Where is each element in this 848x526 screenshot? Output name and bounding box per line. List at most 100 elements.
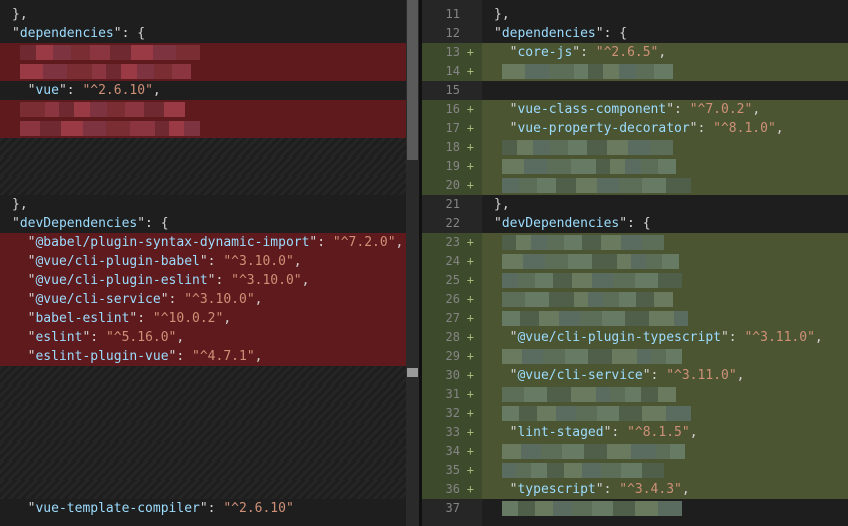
json-punct: " [12, 330, 36, 345]
inserted-line [482, 309, 848, 328]
redacted-block [592, 501, 613, 516]
redacted-block [619, 292, 636, 307]
gutter-line: 25 + [422, 271, 482, 290]
scrollbar-thumb-marker[interactable] [407, 368, 418, 377]
json-key: vue-property-decorator [517, 121, 690, 136]
json-punct: ": [595, 482, 620, 497]
line-code: }, [12, 5, 28, 24]
redacted-block [516, 235, 531, 250]
json-key: @vue/cli-plugin-babel [35, 254, 200, 269]
redacted-block [169, 121, 184, 136]
redacted-block [90, 102, 107, 117]
redacted-block [43, 64, 67, 79]
gutter-line: 20 + [422, 176, 482, 195]
scrollbar-thumb[interactable] [407, 0, 418, 160]
json-key: devDependencies [19, 216, 138, 231]
redacted-block [610, 387, 625, 402]
redacted-block [83, 121, 106, 136]
json-punct: }, [494, 197, 510, 212]
json-string: "^2.6.10" [223, 501, 294, 516]
line-number: 29 [445, 349, 460, 363]
line-number: 15 [445, 83, 460, 97]
gutter-line: 24 + [422, 252, 482, 271]
empty-placeholder-line [0, 157, 406, 176]
redacted-block [597, 406, 619, 421]
redacted-block [539, 311, 559, 326]
insert-marker: + [466, 444, 474, 458]
redacted-block [584, 444, 607, 459]
json-punct: " [494, 45, 518, 60]
line-code: }, [494, 195, 510, 214]
deleted-line: "babel-eslint": "^10.0.2", [0, 309, 406, 328]
inserted-line [482, 404, 848, 423]
insert-marker: + [466, 387, 474, 401]
redacted-block [572, 273, 592, 288]
redacted-block [607, 444, 631, 459]
json-punct: , [395, 235, 404, 250]
redacted-block [636, 292, 654, 307]
redacted-block [649, 311, 674, 326]
line-code: "typescript": "^3.4.3", [494, 480, 690, 499]
redacted-block [642, 178, 666, 193]
redacted-block [547, 463, 564, 478]
redacted-block [617, 254, 631, 269]
json-punct: ": [666, 102, 690, 117]
redacted-block [502, 349, 522, 364]
json-punct: , [736, 368, 745, 383]
redacted-block [588, 349, 612, 364]
json-punct: , [775, 121, 784, 136]
json-key: typescript [517, 482, 596, 497]
redacted-block [74, 102, 90, 117]
redacted-block [553, 501, 572, 516]
redacted-block [619, 178, 642, 193]
redacted-block [525, 292, 549, 307]
gutter-line: 22 [422, 214, 482, 233]
json-key: eslint-plugin-vue [35, 349, 169, 364]
redacted-block [549, 64, 574, 79]
redacted-block [628, 140, 650, 155]
insert-marker: + [466, 121, 474, 135]
json-punct: " [494, 216, 502, 231]
json-punct: " [12, 235, 36, 250]
redacted-block [646, 254, 662, 269]
gutter-line: 29 + [422, 347, 482, 366]
redacted-block [658, 273, 682, 288]
gutter-line: 19 + [422, 157, 482, 176]
gutter-line: 17 + [422, 119, 482, 138]
deleted-line [0, 100, 406, 119]
redacted-block [502, 387, 524, 402]
line-number: 28 [445, 330, 460, 344]
json-punct: , [301, 273, 310, 288]
json-punct: " [12, 349, 36, 364]
line-number: 27 [445, 311, 460, 325]
redacted-block [535, 273, 553, 288]
redacted-block [601, 463, 621, 478]
json-punct: , [752, 102, 761, 117]
json-punct: ": { [113, 26, 146, 41]
deleted-line: "@vue/cli-plugin-eslint": "^3.10.0", [0, 271, 406, 290]
redacted-block [631, 254, 646, 269]
redacted-block [635, 273, 658, 288]
redacted-block [654, 64, 673, 79]
redacted-block [537, 178, 556, 193]
redacted-block [610, 159, 625, 174]
inserted-line: "typescript": "^3.4.3", [482, 480, 848, 499]
json-punct: }, [12, 197, 28, 212]
redacted-block [574, 292, 588, 307]
redacted-block [518, 501, 535, 516]
left-diff-pane[interactable]: }, "dependencies": { "vue": "^2.6.10",}, "… [0, 0, 406, 526]
redacted-block [549, 292, 574, 307]
line-number: 19 [445, 159, 460, 173]
json-string: "^3.11.0" [744, 330, 815, 345]
redacted-block [184, 121, 200, 136]
right-diff-pane[interactable]: }, "dependencies": { "core-js": "^2.6.5",… [482, 0, 848, 526]
json-string: "^3.10.0" [231, 273, 302, 288]
redacted-block [658, 501, 682, 516]
gutter-line: 21 [422, 195, 482, 214]
redacted-block [650, 140, 673, 155]
redacted-block [502, 292, 525, 307]
line-code: "lint-staged": "^8.1.5", [494, 423, 698, 442]
left-scrollbar[interactable] [406, 0, 419, 526]
json-string: "^7.0.2" [689, 102, 753, 117]
line-number: 34 [445, 444, 460, 458]
